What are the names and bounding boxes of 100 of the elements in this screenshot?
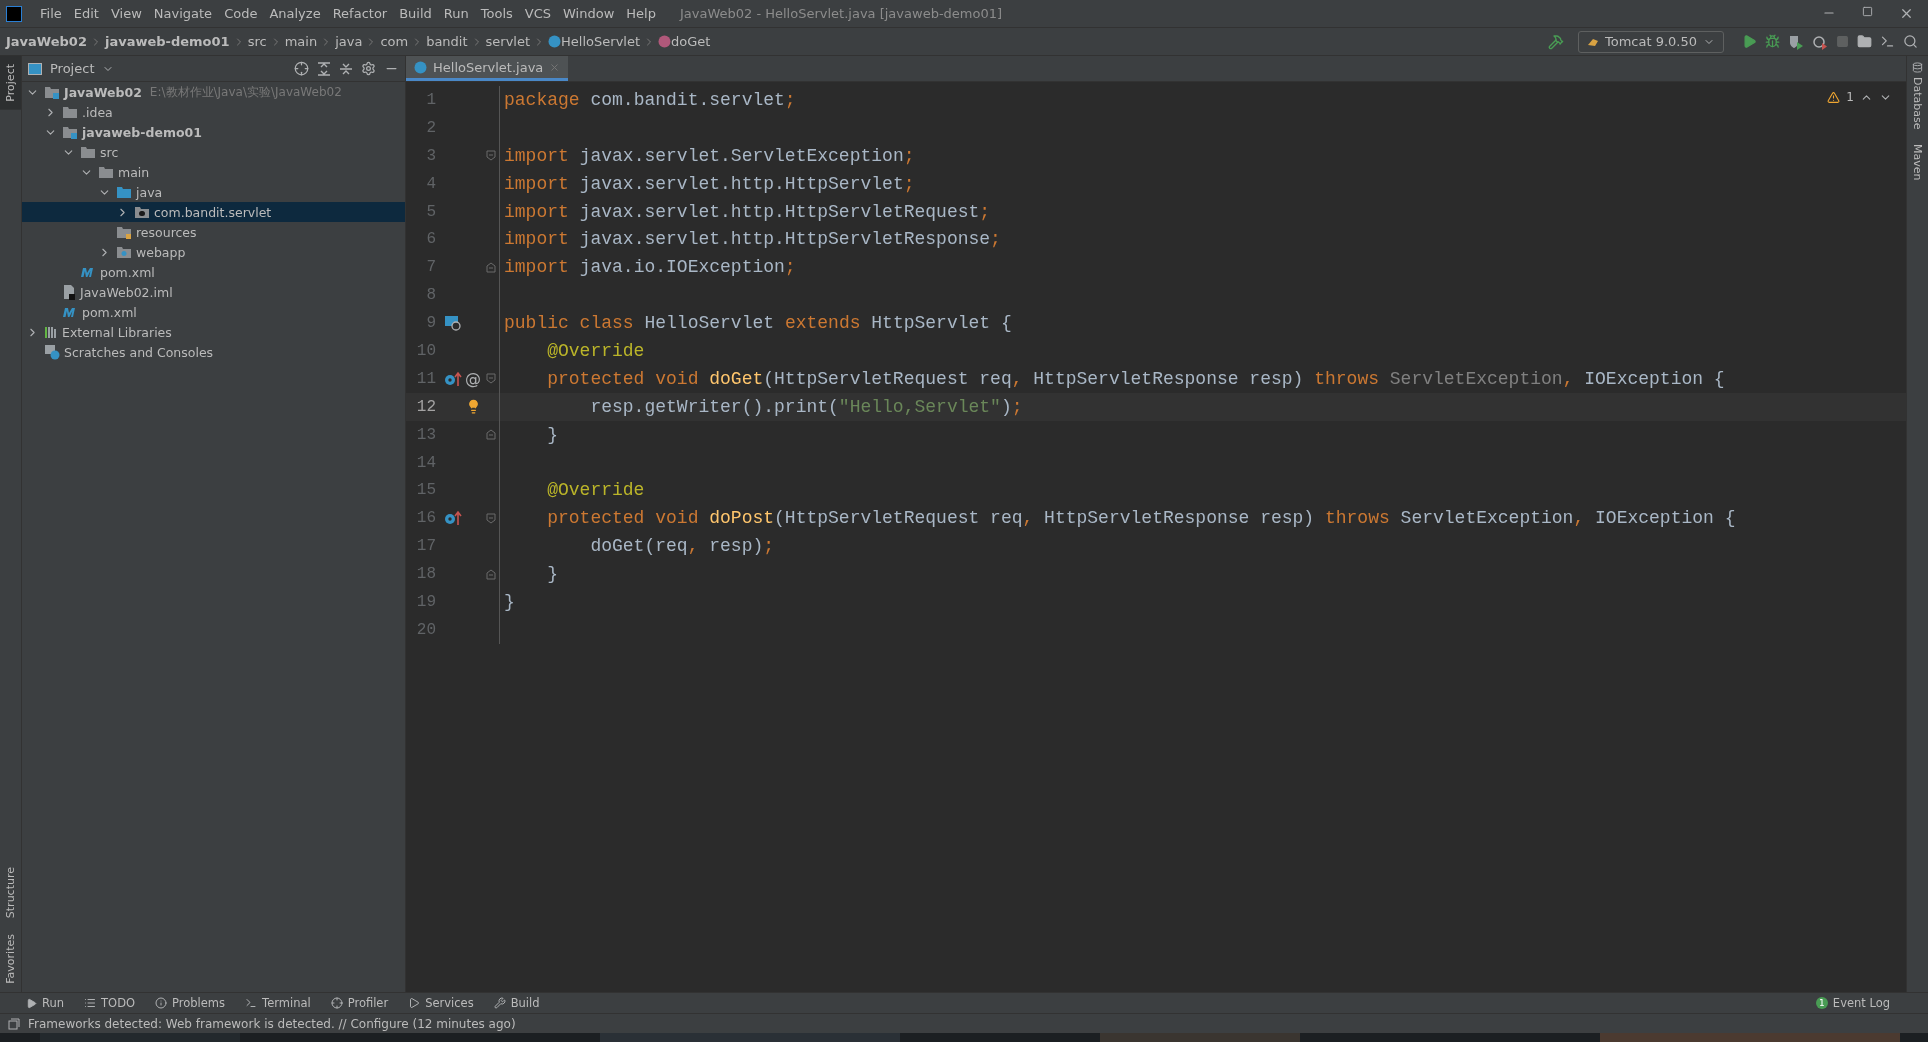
code-line: import java.io.IOException;	[504, 257, 796, 278]
event-log-button[interactable]: 1 Event Log	[1815, 996, 1890, 1010]
tree-item[interactable]: webapp	[22, 242, 405, 262]
tool-window-tab[interactable]: Structure	[0, 859, 21, 927]
settings-icon[interactable]	[361, 61, 376, 76]
menu-item[interactable]: Build	[393, 6, 438, 21]
menu-item[interactable]: Edit	[67, 6, 105, 21]
tool-window-tab[interactable]: Favorites	[0, 926, 21, 992]
tool-window-tab[interactable]: Maven	[1908, 139, 1927, 190]
tree-item[interactable]: javaweb-demo01	[22, 122, 405, 142]
menu-item[interactable]: Analyze	[263, 6, 327, 21]
class-icon	[414, 60, 427, 74]
servlet-icon[interactable]	[444, 315, 462, 332]
mapping-marker[interactable]: @	[465, 369, 481, 389]
breadcrumb[interactable]: java	[335, 34, 363, 49]
code-line: protected void doGet(HttpServletRequest req, HttpServletResponse resp) throws ServletException, IOException {	[546, 368, 1725, 389]
warning-icon[interactable]	[1827, 90, 1841, 104]
code-line: }	[546, 564, 558, 585]
menu-item[interactable]: View	[104, 6, 148, 21]
lightbulb-icon[interactable]	[466, 399, 481, 415]
tree-item[interactable]: Scratches and Consoles	[22, 342, 405, 362]
collapse-all-icon[interactable]	[339, 61, 353, 76]
breadcrumb[interactable]: HelloServlet	[561, 34, 641, 49]
menu-item[interactable]: Code	[218, 6, 264, 21]
tree-item[interactable]: com.bandit.servlet	[22, 202, 405, 222]
breadcrumb[interactable]: src	[247, 34, 267, 49]
menu-item[interactable]: VCS	[518, 6, 558, 21]
tool-window-button[interactable]: Services	[408, 996, 474, 1010]
breadcrumb[interactable]: com	[380, 34, 409, 49]
line-number: 3	[425, 146, 436, 165]
breadcrumb[interactable]: main	[284, 34, 318, 49]
file-icon	[62, 284, 76, 300]
folder-icon	[134, 205, 150, 219]
database-icon[interactable]	[1912, 62, 1923, 73]
tree-item[interactable]: pom.xml	[22, 262, 405, 282]
fold-icon[interactable]	[485, 568, 496, 580]
line-number: 8	[425, 286, 436, 305]
menu-item[interactable]: Navigate	[147, 6, 219, 21]
library-icon	[44, 325, 58, 339]
info-icon	[155, 997, 168, 1009]
close-icon[interactable]	[1899, 6, 1914, 21]
menu-item[interactable]: Tools	[474, 6, 519, 21]
build-icon[interactable]	[1547, 33, 1564, 50]
tree-item[interactable]: src	[22, 142, 405, 162]
tool-window-button[interactable]: Problems	[155, 996, 226, 1010]
code-line: @Override	[546, 480, 645, 501]
breadcrumb[interactable]: bandit	[426, 34, 468, 49]
breadcrumb[interactable]: doGet	[671, 34, 711, 49]
tool-window-tab[interactable]: Database	[1908, 73, 1927, 140]
folder-icon	[116, 225, 132, 239]
locate-icon[interactable]	[294, 61, 309, 76]
fold-icon[interactable]	[485, 373, 496, 385]
tree-item[interactable]: java	[22, 182, 405, 202]
tool-window-button[interactable]: Profiler	[330, 996, 389, 1010]
expand-all-icon[interactable]	[317, 61, 331, 76]
breadcrumb[interactable]: javaweb-demo01	[104, 34, 230, 49]
code-line: }	[504, 591, 515, 612]
tree-item[interactable]: JavaWeb02.iml	[22, 282, 405, 302]
override-icon[interactable]	[444, 370, 462, 387]
line-number: 17	[415, 537, 436, 556]
tool-window-button[interactable]: Terminal	[245, 996, 311, 1010]
tool-window-button[interactable]: TODO	[84, 996, 136, 1010]
line-number: 19	[415, 592, 436, 611]
profiler-icon	[330, 997, 343, 1009]
fold-icon[interactable]	[485, 512, 496, 524]
tree-item[interactable]: .idea	[22, 102, 405, 122]
breadcrumb[interactable]: JavaWeb02	[6, 34, 87, 49]
breadcrumb[interactable]: servlet	[485, 34, 531, 49]
menu-item[interactable]: Run	[437, 6, 475, 21]
menu-item[interactable]: Help	[620, 6, 662, 21]
run-configuration-dropdown[interactable]: Tomcat 9.0.50	[1577, 30, 1724, 53]
menu-item[interactable]: Window	[557, 6, 621, 21]
restore-icon[interactable]	[1862, 6, 1873, 17]
tree-item[interactable]: External Libraries	[22, 322, 405, 342]
window-title: JavaWeb02 - HelloServlet.java [javaweb-demo01]	[679, 6, 1004, 21]
tool-window-button[interactable]: Build	[493, 996, 540, 1010]
fold-icon[interactable]	[485, 150, 496, 162]
line-number: 2	[425, 118, 436, 137]
status-icon[interactable]	[8, 1017, 20, 1030]
code-line: import javax.servlet.http.HttpServletRequest;	[504, 201, 991, 222]
panel-title[interactable]: Project	[50, 61, 95, 76]
warning-count[interactable]: 1	[1846, 90, 1854, 104]
tree-item[interactable]: pom.xml	[22, 302, 405, 322]
editor-tab[interactable]: HelloServlet.java	[406, 56, 569, 81]
tool-window-button[interactable]: Run	[26, 996, 65, 1010]
line-number: 7	[425, 258, 436, 277]
code-line: public class HelloServlet extends HttpServlet {	[504, 313, 1012, 334]
menu-item[interactable]: Refactor	[326, 6, 394, 21]
tree-item[interactable]: resources	[22, 222, 405, 242]
tree-item[interactable]: main	[22, 162, 405, 182]
fold-icon[interactable]	[485, 261, 496, 273]
menu-item[interactable]: File	[34, 6, 68, 21]
code-line: doGet(req, resp);	[589, 536, 775, 557]
app-logo-icon	[6, 5, 22, 22]
list-icon	[84, 997, 97, 1009]
tool-window-tab[interactable]: Project	[0, 56, 21, 110]
folder-icon	[98, 165, 114, 179]
fold-icon[interactable]	[485, 429, 496, 441]
override-icon[interactable]	[444, 510, 462, 527]
maven-icon	[80, 266, 96, 278]
